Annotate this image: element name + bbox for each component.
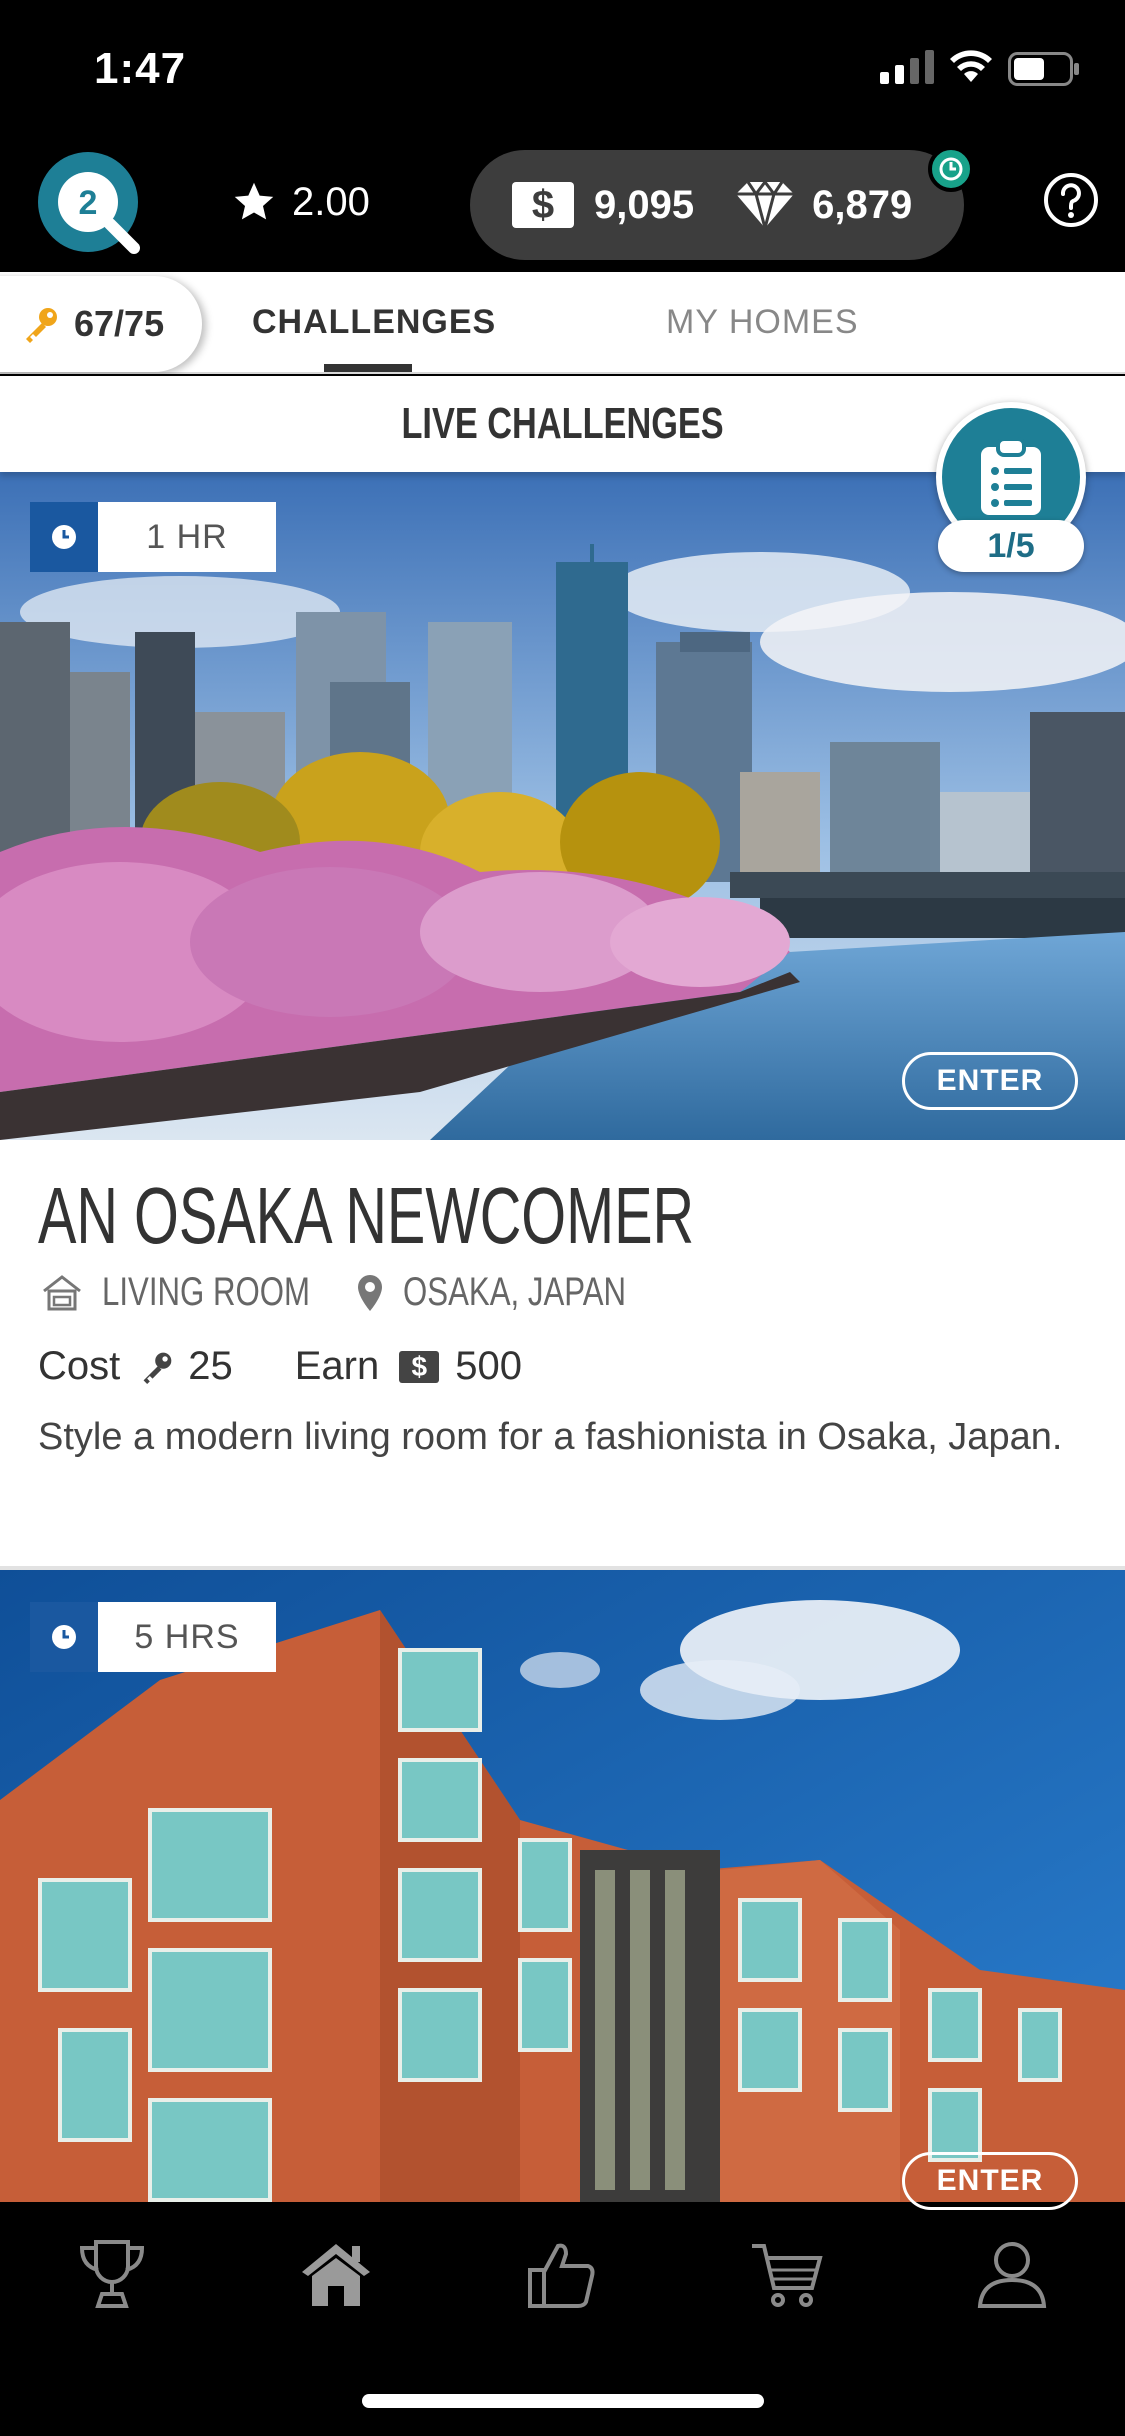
key-count: 67/75 (74, 303, 165, 344)
challenge-timer: 5 HRS (30, 1602, 276, 1672)
room-icon (43, 1274, 81, 1310)
challenge-meta: LIVING ROOM OSAKA, JAPAN (40, 1270, 689, 1315)
star-icon (234, 182, 274, 220)
location-label: OSAKA, JAPAN (402, 1270, 626, 1314)
rating-value: 2.00 (292, 179, 370, 224)
home-indicator (362, 2394, 764, 2408)
help-icon[interactable] (1043, 172, 1099, 228)
cash-value: 9,095 (594, 182, 695, 227)
cash-icon: $ (512, 182, 574, 228)
level-number: 2 (79, 184, 98, 222)
diamond-icon (736, 180, 795, 230)
currency-pill[interactable]: $ 9,095 6,879 (470, 150, 964, 260)
challenge-card-body[interactable]: AN OSAKA NEWCOMER LIVING ROOM OSAKA, JAP… (0, 1140, 1125, 1566)
active-tab-indicator (324, 364, 412, 372)
rating: 2.00 (232, 172, 370, 232)
clipboard-count[interactable]: 1/5 (938, 520, 1084, 572)
trophy-icon[interactable] (74, 2236, 150, 2312)
timer-label: 5 HRS (98, 1602, 276, 1672)
battery-icon (1008, 52, 1079, 86)
earn-value: 500 (455, 1344, 522, 1388)
clipboard-icon (981, 437, 1041, 515)
key-counter[interactable]: 67/75 (0, 276, 202, 372)
tab-my-homes[interactable]: MY HOMES (666, 272, 859, 372)
home-icon[interactable] (298, 2236, 374, 2312)
osaka-skyline-image (0, 472, 1125, 1140)
status-time: 1:47 (94, 44, 187, 93)
location-pin-icon (357, 1274, 382, 1311)
cost-value: 25 (188, 1344, 233, 1388)
profile-icon[interactable] (974, 2236, 1050, 2312)
earn-label: Earn (294, 1344, 380, 1388)
cost-earn-row: Cost 25 Earn $ 500 (38, 1344, 522, 1389)
enter-button[interactable]: ENTER (902, 1052, 1078, 1110)
key-icon (26, 308, 57, 343)
section-title: LIVE CHALLENGES (401, 399, 724, 448)
top-bar: 2 2.00 $ 9,095 6,879 (0, 140, 1125, 272)
gem-value: 6,879 (812, 182, 913, 227)
level-badge[interactable]: 2 (36, 150, 140, 254)
thumbs-up-icon[interactable] (524, 2236, 600, 2312)
challenge-description: Style a modern living room for a fashion… (38, 1416, 1063, 1458)
challenge-title: AN OSAKA NEWCOMER (38, 1171, 695, 1260)
status-bar: 1:47 (0, 0, 1125, 140)
cash-icon: $ (399, 1350, 440, 1383)
challenge-image-osaka[interactable] (0, 472, 1125, 1140)
challenge-timer: 1 HR (30, 502, 276, 572)
wifi-icon (950, 50, 992, 82)
timer-icon[interactable] (928, 146, 974, 192)
tab-bar: 67/75 CHALLENGES MY HOMES (0, 272, 1125, 374)
key-icon (143, 1352, 172, 1384)
signal-icon (880, 50, 934, 84)
cart-icon[interactable] (748, 2236, 824, 2312)
tab-challenges[interactable]: CHALLENGES (252, 272, 496, 372)
timer-label: 1 HR (98, 502, 276, 572)
level-badge-icon: 2 (38, 152, 140, 254)
room-label: LIVING ROOM (102, 1270, 311, 1314)
enter-button[interactable]: ENTER (902, 2152, 1078, 2210)
cost-label: Cost (38, 1344, 121, 1388)
clock-icon (30, 1602, 98, 1672)
clock-icon (30, 502, 98, 572)
